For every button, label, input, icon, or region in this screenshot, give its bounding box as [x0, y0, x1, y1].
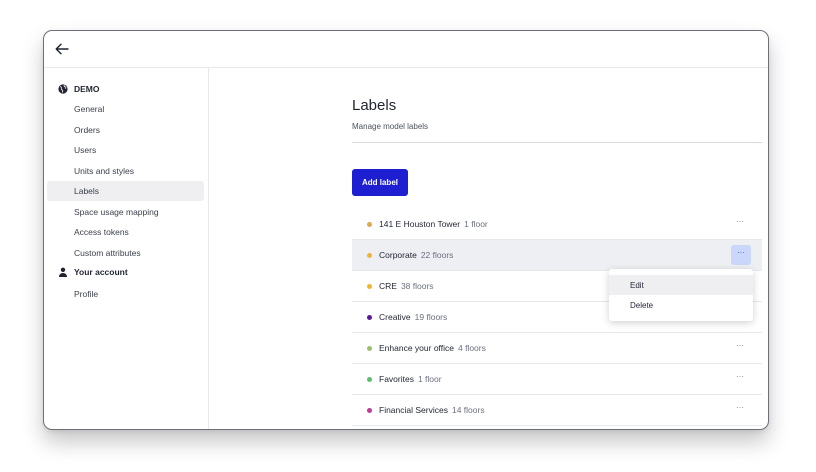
main-content: Labels Manage model labels Add label 141…	[210, 68, 768, 429]
label-name: Favorites	[379, 374, 414, 384]
more-options-button[interactable]: ···	[733, 217, 747, 231]
sidebar: DEMO General Orders Users Units and styl…	[44, 68, 209, 429]
more-options-button[interactable]: ···	[733, 372, 747, 386]
org-name: DEMO	[74, 84, 100, 94]
sidebar-item-custom-attributes[interactable]: Custom attributes	[47, 243, 204, 263]
label-row[interactable]: Financial Services 14 floors ···	[352, 395, 762, 426]
account-title: Your account	[74, 267, 128, 277]
page-subtitle: Manage model labels	[352, 122, 429, 131]
sidebar-item-labels[interactable]: Labels	[47, 181, 204, 201]
back-arrow-icon[interactable]	[53, 40, 71, 58]
sidebar-item-orders[interactable]: Orders	[47, 120, 204, 140]
sidebar-item-space-usage-mapping[interactable]: Space usage mapping	[47, 202, 204, 222]
label-color-dot	[367, 376, 372, 382]
label-color-dot	[367, 283, 372, 289]
label-floor-count: 38 floors	[400, 281, 434, 291]
sidebar-item-general[interactable]: General	[47, 99, 204, 119]
label-floor-count: 14 floors	[451, 405, 485, 415]
sidebar-item-access-tokens[interactable]: Access tokens	[47, 222, 204, 242]
label-row[interactable]: 141 E Houston Tower 1 floor ···	[352, 209, 762, 240]
label-name: Creative	[379, 312, 411, 322]
label-color-dot	[367, 252, 372, 258]
label-color-dot	[367, 345, 372, 351]
label-row[interactable]: Favorites 1 floor ···	[352, 364, 762, 395]
page-title: Labels	[352, 97, 397, 114]
label-floor-count: 1 floor	[417, 374, 442, 384]
label-name: Corporate	[379, 250, 417, 260]
label-name: Enhance your office	[379, 343, 454, 353]
account-header: Your account	[58, 264, 128, 280]
more-options-button[interactable]: ···	[733, 341, 747, 355]
title-divider	[352, 142, 762, 143]
label-context-menu: Edit Delete	[609, 269, 753, 321]
more-options-button[interactable]: ···	[733, 403, 747, 417]
label-name: Financial Services	[379, 405, 448, 415]
label-color-dot	[367, 221, 372, 227]
sidebar-item-units-and-styles[interactable]: Units and styles	[47, 161, 204, 181]
label-floor-count: 22 floors	[420, 250, 454, 260]
person-icon	[59, 267, 67, 277]
globe-icon	[58, 84, 68, 94]
more-options-button[interactable]: ···	[731, 245, 751, 265]
label-floor-count: 4 floors	[457, 343, 486, 353]
label-color-dot	[367, 407, 372, 413]
menu-item-edit[interactable]: Edit	[609, 275, 753, 295]
menu-item-delete[interactable]: Delete	[609, 295, 753, 315]
label-row[interactable]: Corporate 22 floors ···	[352, 240, 762, 271]
app-window: DEMO General Orders Users Units and styl…	[43, 30, 769, 430]
label-floor-count: 1 floor	[464, 219, 488, 229]
sidebar-item-profile[interactable]: Profile	[47, 284, 204, 304]
add-label-button[interactable]: Add label	[352, 169, 408, 196]
label-floor-count: 19 floors	[414, 312, 448, 322]
label-name: 141 E Houston Tower	[379, 219, 461, 229]
label-name: CRE	[379, 281, 397, 291]
sidebar-item-users[interactable]: Users	[47, 140, 204, 160]
label-color-dot	[367, 314, 372, 320]
label-row[interactable]: Enhance your office 4 floors ···	[352, 333, 762, 364]
top-bar	[44, 31, 768, 68]
org-header: DEMO	[58, 81, 100, 97]
